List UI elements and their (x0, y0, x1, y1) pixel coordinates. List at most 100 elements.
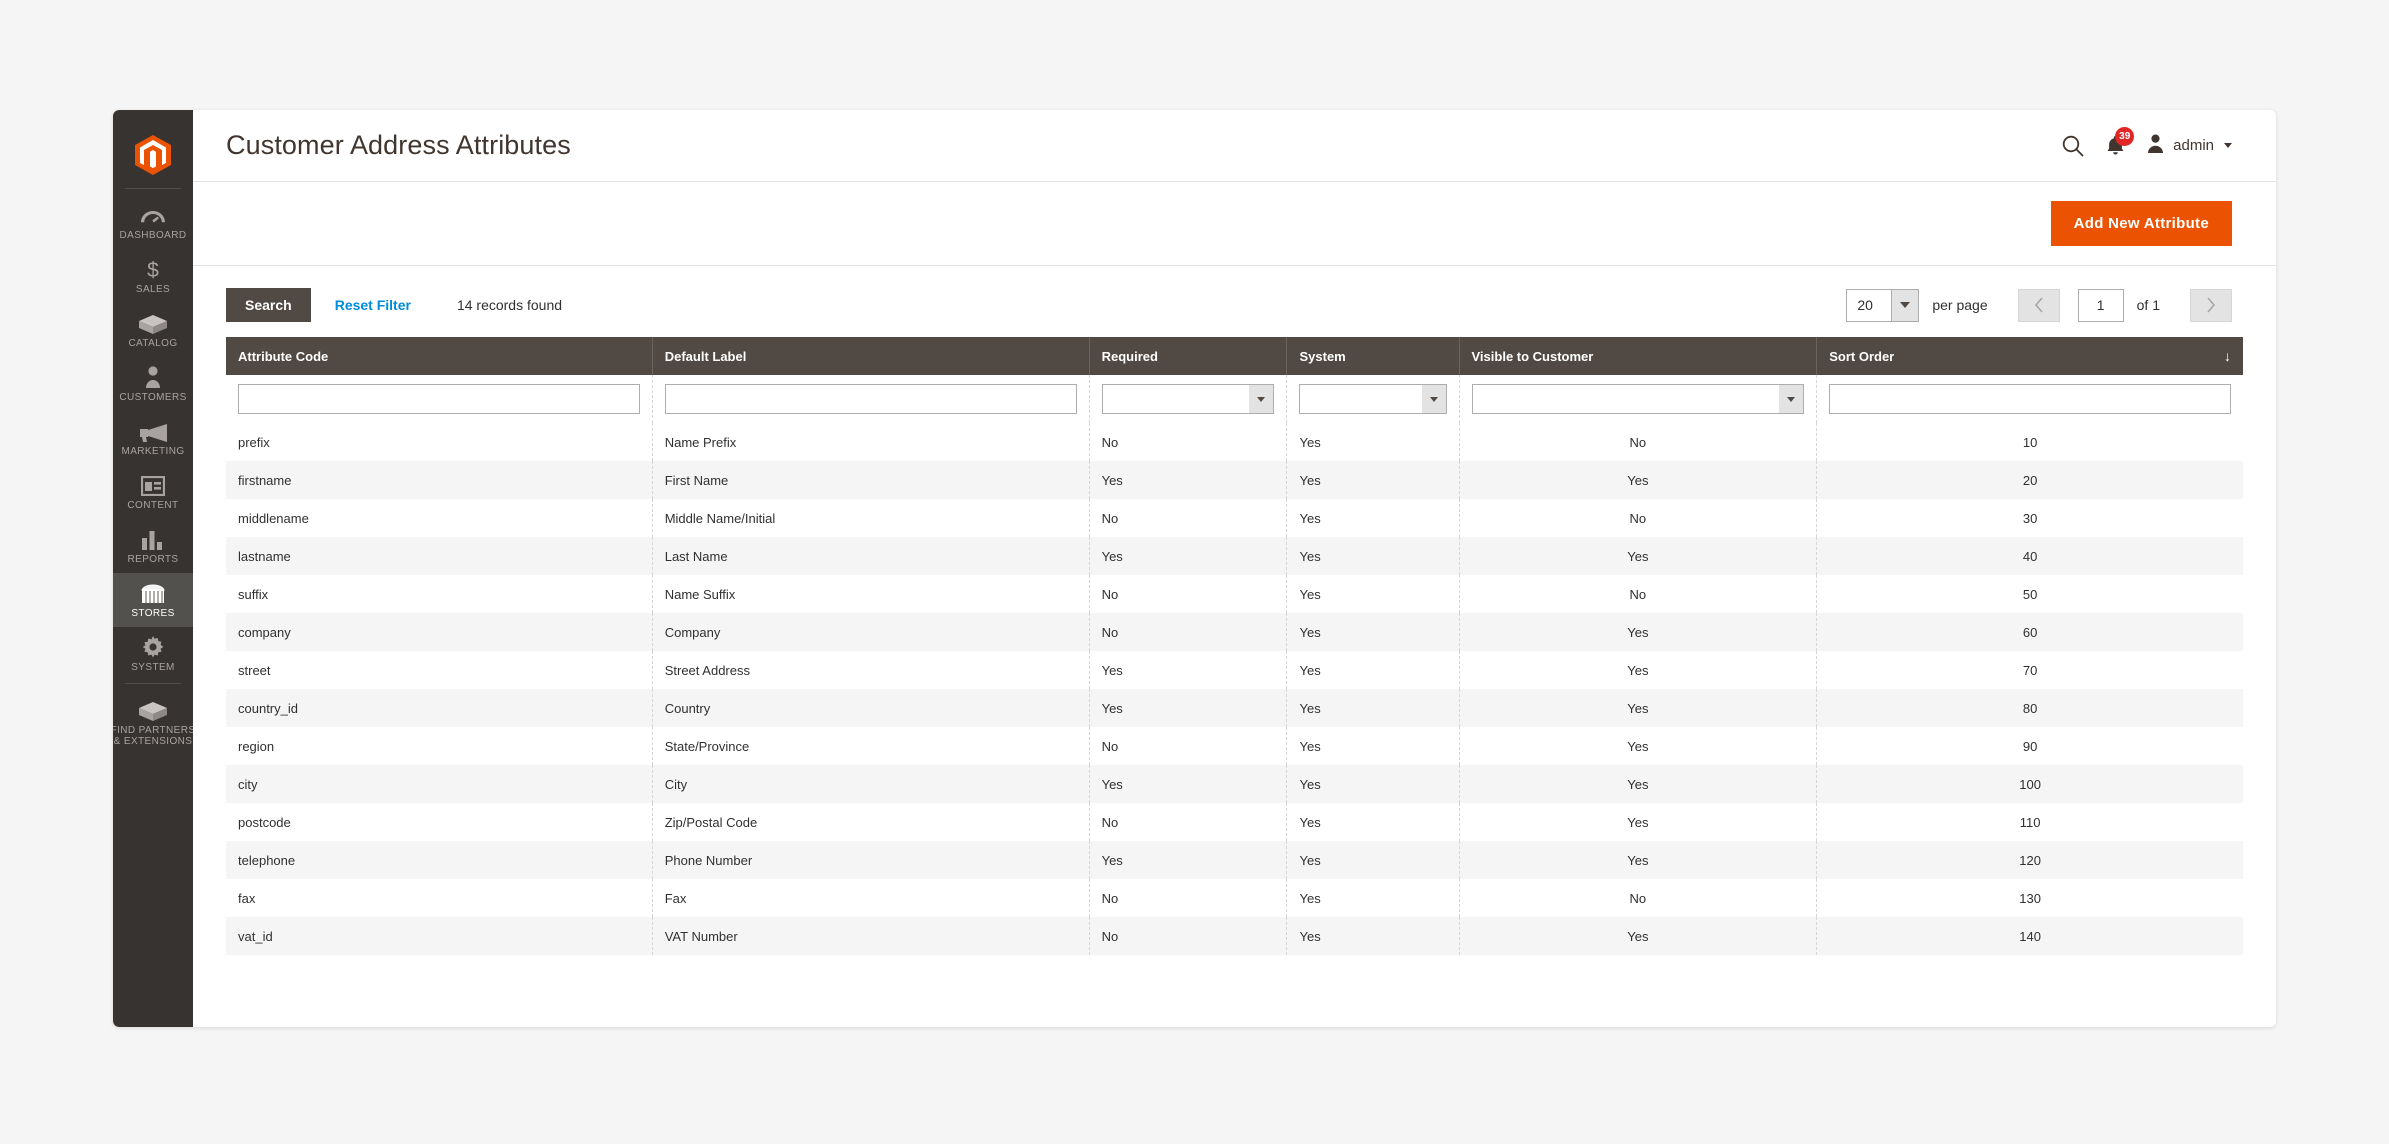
table-row[interactable]: vat_id VAT Number No Yes Yes 140 (226, 917, 2243, 955)
column-header-system[interactable]: System (1286, 337, 1459, 375)
cell-required: Yes (1088, 461, 1287, 499)
cell-visible-to-customer: Yes (1458, 727, 1817, 765)
filter-sort-order-input[interactable] (1829, 384, 2231, 414)
reset-filter-link[interactable]: Reset Filter (335, 297, 411, 313)
table-row[interactable]: middlename Middle Name/Initial No Yes No 30 (226, 499, 2243, 537)
sidebar-item-stores[interactable]: STORES (113, 573, 193, 627)
column-header-visible-to-customer[interactable]: Visible to Customer (1458, 337, 1817, 375)
user-avatar-icon (2147, 134, 2164, 158)
column-header-required[interactable]: Required (1088, 337, 1287, 375)
column-header-sort-order[interactable]: Sort Order ↓ (1816, 337, 2243, 375)
cell-sort-order: 50 (1816, 575, 2243, 613)
chevron-left-icon (2034, 297, 2043, 313)
cell-system: Yes (1286, 689, 1459, 727)
filter-cell-sort-order (1816, 375, 2243, 423)
megaphone-icon (138, 420, 168, 442)
column-header-default-label[interactable]: Default Label (651, 337, 1090, 375)
sidebar-item-reports[interactable]: REPORTS (113, 519, 193, 573)
table-row[interactable]: postcode Zip/Postal Code No Yes Yes 110 (226, 803, 2243, 841)
sidebar-item-content[interactable]: CONTENT (113, 465, 193, 519)
magento-logo-icon[interactable] (113, 124, 193, 186)
sidebar-item-catalog[interactable]: CATALOG (113, 303, 193, 357)
notification-count-badge: 39 (2115, 127, 2135, 146)
records-found-label: 14 records found (456, 297, 563, 313)
filter-attribute-code-input[interactable] (238, 384, 640, 414)
cell-required: No (1088, 613, 1287, 651)
cell-visible-to-customer: Yes (1458, 917, 1817, 955)
table-row[interactable]: region State/Province No Yes Yes 90 (226, 727, 2243, 765)
sidebar-item-sales[interactable]: $ SALES (113, 249, 193, 303)
column-header-sort-order-label: Sort Order (1829, 348, 1895, 364)
cell-attribute-code: middlename (226, 499, 653, 537)
per-page-select[interactable]: 20 (1846, 288, 1920, 322)
column-header-attribute-code[interactable]: Attribute Code (226, 337, 653, 375)
admin-user-menu[interactable]: admin (2147, 134, 2232, 158)
table-row[interactable]: street Street Address Yes Yes Yes 70 (226, 651, 2243, 689)
filter-system-select[interactable] (1299, 384, 1447, 414)
table-row[interactable]: firstname First Name Yes Yes Yes 20 (226, 461, 2243, 499)
chevron-down-icon[interactable] (1421, 385, 1446, 413)
filter-default-label-input[interactable] (664, 384, 1077, 414)
previous-page-button[interactable] (2017, 288, 2060, 322)
sidebar-item-find-partners-extensions[interactable]: FIND PARTNERS & EXTENSIONS (113, 690, 195, 755)
filter-required-select[interactable] (1101, 384, 1275, 414)
table-row[interactable]: country_id Country Yes Yes Yes 80 (226, 689, 2243, 727)
table-row[interactable]: prefix Name Prefix No Yes No 10 (226, 423, 2243, 461)
cell-sort-order: 40 (1816, 537, 2243, 575)
cell-default-label: Country (651, 689, 1090, 727)
attributes-grid: Attribute Code Default Label Required Sy… (226, 337, 2243, 955)
next-page-button[interactable] (2190, 288, 2232, 322)
dashboard-icon (138, 204, 168, 226)
sidebar-item-dashboard[interactable]: DASHBOARD (113, 195, 193, 249)
cell-default-label: First Name (651, 461, 1090, 499)
cell-visible-to-customer: Yes (1458, 841, 1817, 879)
cell-sort-order: 70 (1816, 651, 2243, 689)
pagination-controls: 20 per page of 1 (1846, 288, 2232, 322)
cell-system: Yes (1286, 917, 1459, 955)
cell-system: Yes (1286, 879, 1459, 917)
sidebar-item-customers[interactable]: CUSTOMERS (113, 357, 193, 411)
cell-attribute-code: prefix (226, 423, 653, 461)
cell-default-label: Street Address (651, 651, 1090, 689)
triangle-down-glyph (1787, 396, 1796, 402)
grid-header-row: Attribute Code Default Label Required Sy… (226, 337, 2243, 375)
table-row[interactable]: company Company No Yes Yes 60 (226, 613, 2243, 651)
total-pages-label: of 1 (2136, 297, 2160, 313)
person-icon (138, 366, 168, 388)
filter-visible-to-customer-select[interactable] (1471, 384, 1805, 414)
notification-bell-icon[interactable]: 39 (2106, 127, 2135, 156)
cell-attribute-code: suffix (226, 575, 653, 613)
cell-required: No (1088, 803, 1287, 841)
svg-text:$: $ (147, 259, 159, 280)
cell-required: No (1088, 423, 1287, 461)
cell-sort-order: 10 (1816, 423, 2243, 461)
add-new-attribute-button[interactable]: Add New Attribute (2050, 201, 2232, 246)
storefront-icon (138, 582, 168, 604)
sidebar-item-marketing[interactable]: MARKETING (113, 411, 193, 465)
table-row[interactable]: fax Fax No Yes No 130 (226, 879, 2243, 917)
sidebar-item-label: REPORTS (127, 554, 179, 565)
cell-sort-order: 30 (1816, 499, 2243, 537)
chevron-down-icon[interactable] (1249, 385, 1274, 413)
cell-attribute-code: region (226, 727, 653, 765)
sidebar-item-label: STORES (131, 608, 175, 619)
table-row[interactable]: suffix Name Suffix No Yes No 50 (226, 575, 2243, 613)
main-content: Customer Address Attributes 39 admin Add… (193, 110, 2276, 1027)
cell-required: No (1088, 727, 1287, 765)
table-row[interactable]: telephone Phone Number Yes Yes Yes 120 (226, 841, 2243, 879)
search-button[interactable]: Search (226, 288, 311, 322)
filter-cell-required (1088, 375, 1287, 423)
table-row[interactable]: lastname Last Name Yes Yes Yes 40 (226, 537, 2243, 575)
cell-sort-order: 130 (1816, 879, 2243, 917)
filter-cell-attribute-code (226, 375, 653, 423)
cell-attribute-code: firstname (226, 461, 653, 499)
cell-system: Yes (1286, 841, 1459, 879)
current-page-input[interactable] (2077, 288, 2124, 322)
search-icon[interactable] (2062, 135, 2084, 157)
chevron-down-icon[interactable] (1779, 385, 1804, 413)
table-row[interactable]: city City Yes Yes Yes 100 (226, 765, 2243, 803)
cell-sort-order: 140 (1816, 917, 2243, 955)
chevron-down-icon[interactable] (1891, 289, 1919, 321)
cell-attribute-code: fax (226, 879, 653, 917)
sidebar-item-system[interactable]: SYSTEM (113, 627, 193, 681)
